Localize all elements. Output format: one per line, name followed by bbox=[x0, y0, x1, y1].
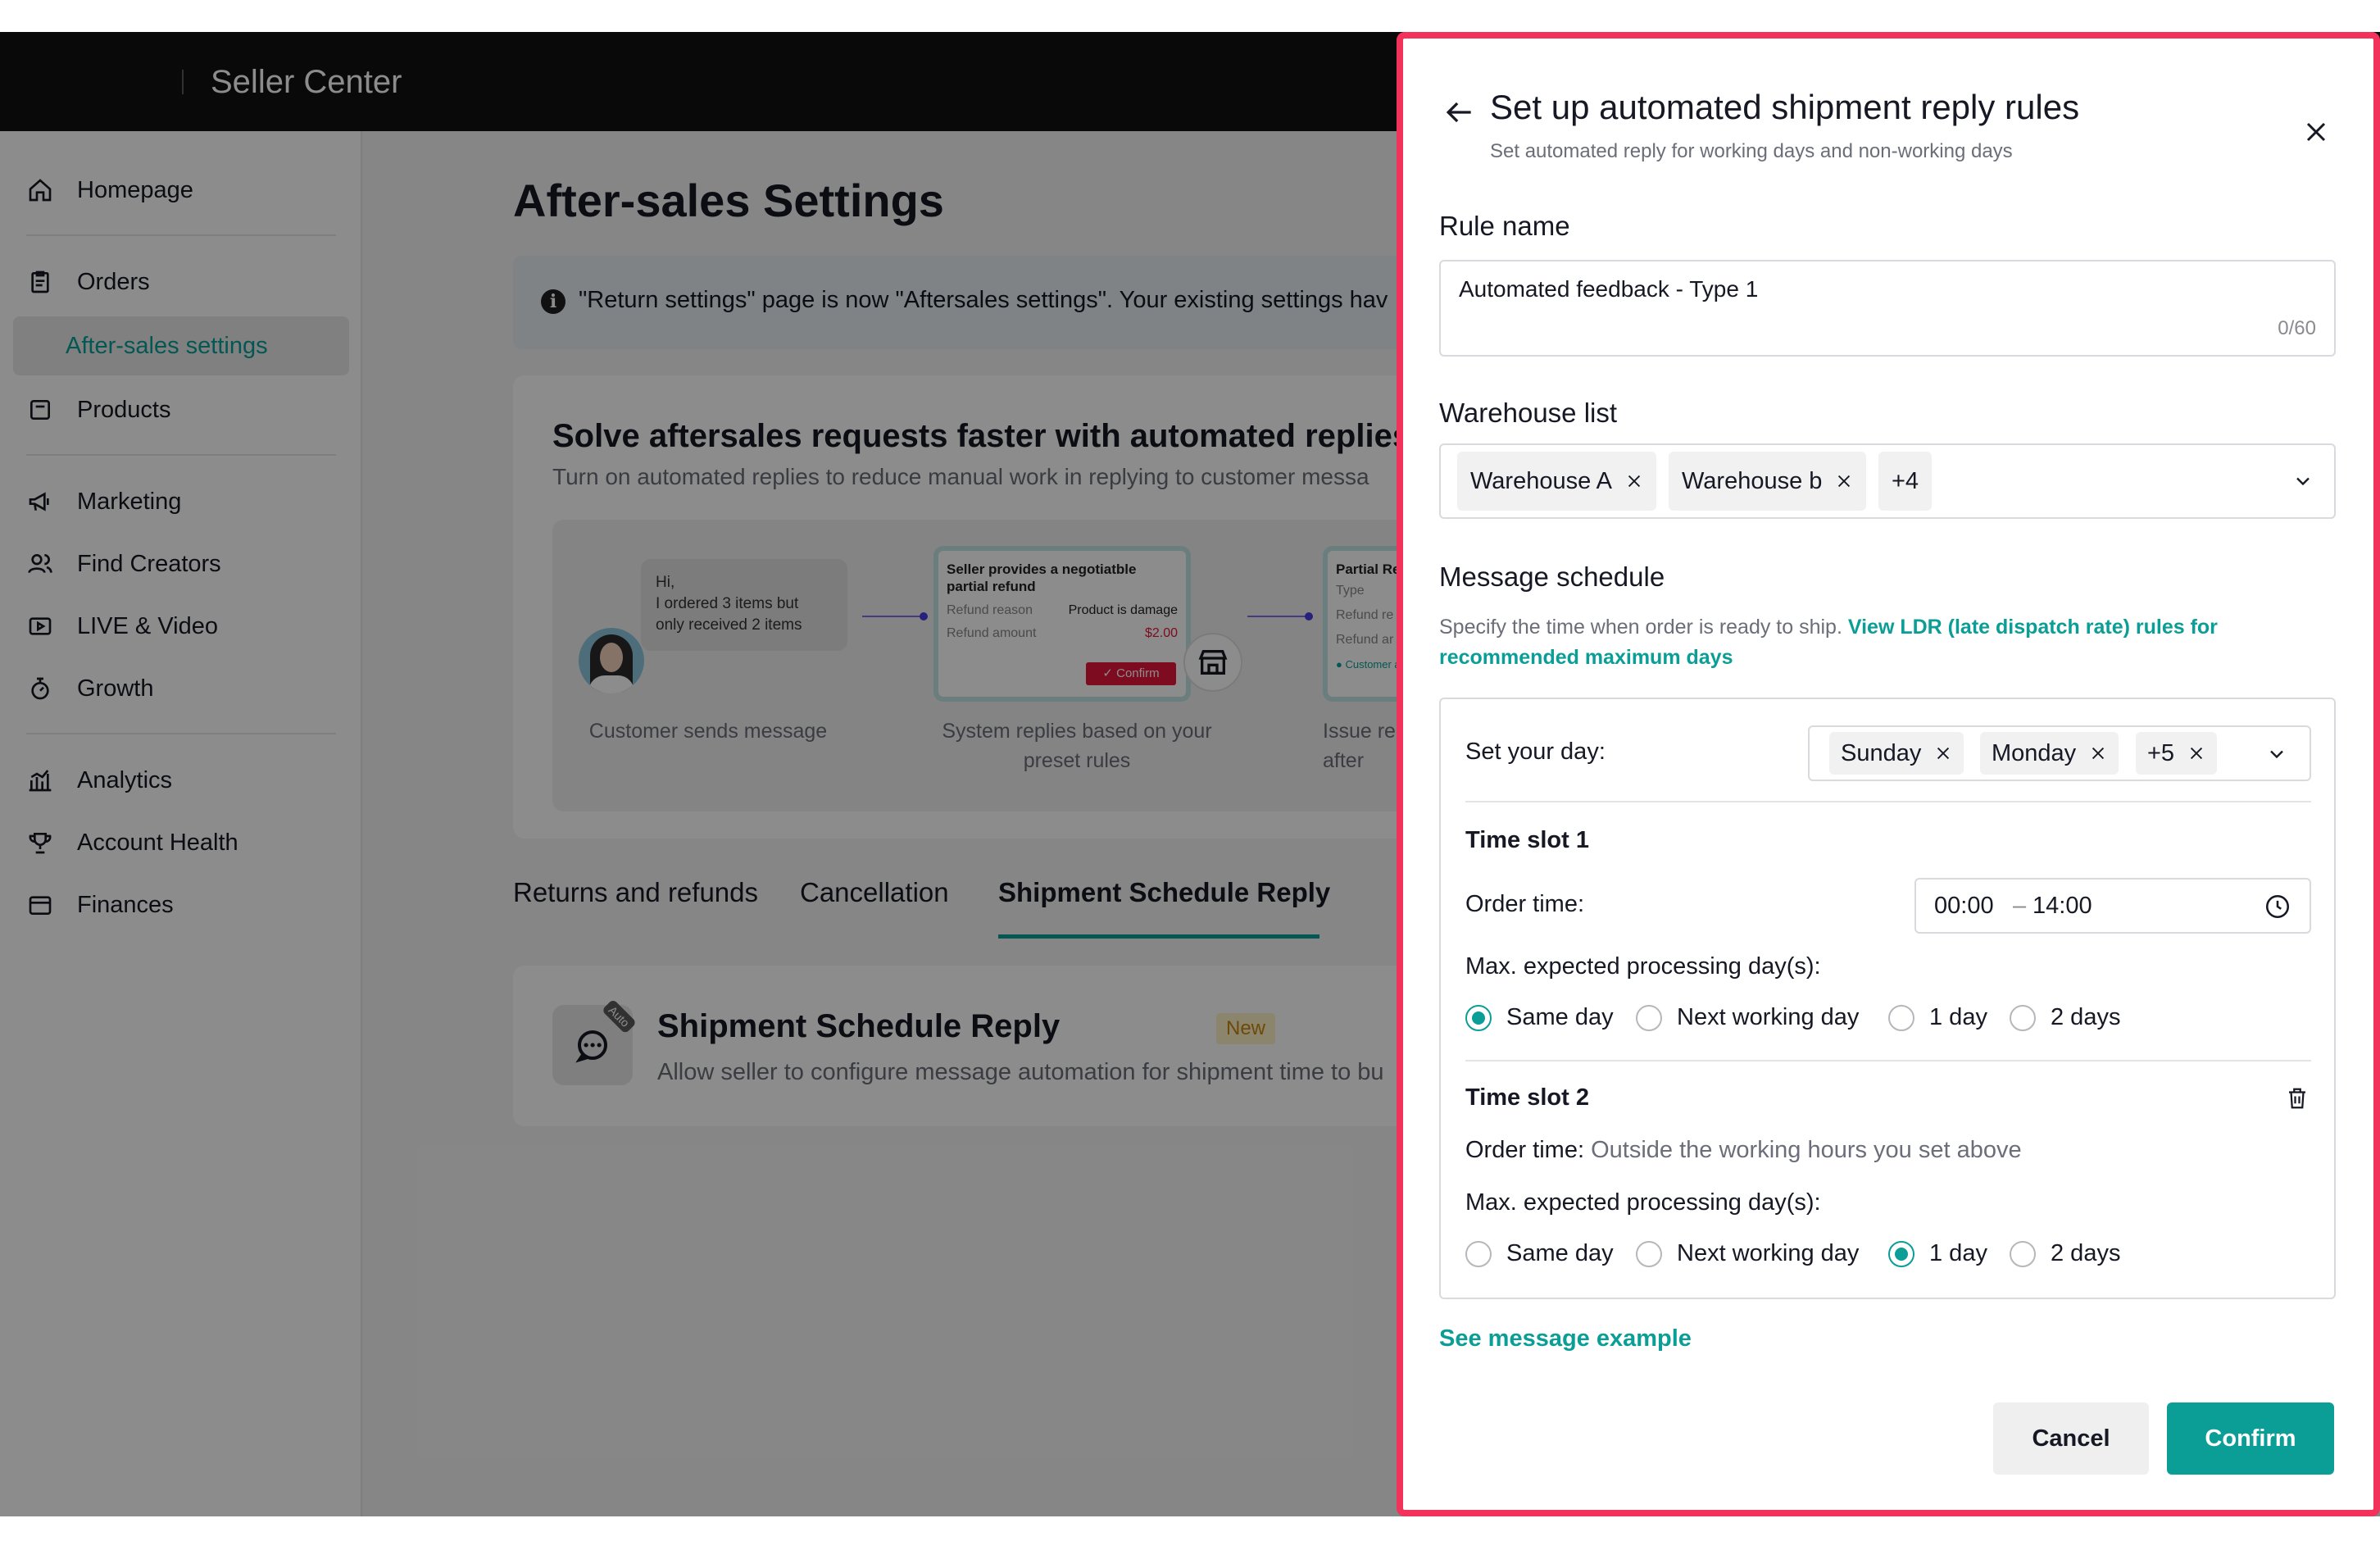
remove-chip-icon[interactable] bbox=[1835, 472, 1853, 490]
slot2-option-next-working-day[interactable]: Next working day bbox=[1636, 1240, 1859, 1267]
remove-chip-icon[interactable] bbox=[2089, 744, 2107, 762]
radio-label: 1 day bbox=[1929, 1004, 1987, 1030]
order-time-label: Order time: bbox=[1465, 1137, 1585, 1163]
warehouse-select[interactable]: Warehouse A Warehouse b +4 bbox=[1439, 443, 2336, 519]
radio-label: Next working day bbox=[1677, 1240, 1860, 1266]
close-icon[interactable] bbox=[2300, 116, 2332, 148]
confirm-button[interactable]: Confirm bbox=[2167, 1402, 2334, 1475]
message-schedule-label: Message schedule bbox=[1439, 561, 1665, 592]
see-message-example-link[interactable]: See message example bbox=[1439, 1325, 1692, 1352]
slot1-option-same-day[interactable]: Same day bbox=[1465, 1004, 1614, 1031]
chip-label: Monday bbox=[1992, 739, 2077, 766]
remove-chip-icon[interactable] bbox=[2187, 744, 2205, 762]
slot1-option-1-day[interactable]: 1 day bbox=[1888, 1004, 1987, 1031]
message-schedule-description: Specify the time when order is ready to … bbox=[1439, 612, 2324, 673]
chip-label: +4 bbox=[1892, 467, 1919, 494]
slot2-option-1-day[interactable]: 1 day bbox=[1888, 1240, 1987, 1267]
order-time-label: Order time: bbox=[1465, 891, 1585, 917]
radio-circle bbox=[1888, 1240, 1914, 1267]
warehouse-chip: Warehouse b bbox=[1669, 452, 1867, 511]
set-day-label: Set your day: bbox=[1465, 739, 1606, 765]
radio-label: 1 day bbox=[1929, 1240, 1987, 1266]
cancel-button[interactable]: Cancel bbox=[1993, 1402, 2149, 1475]
slot2-option-same-day[interactable]: Same day bbox=[1465, 1240, 1614, 1267]
radio-circle bbox=[2010, 1240, 2036, 1267]
radio-circle bbox=[1636, 1240, 1662, 1267]
chip-label: +5 bbox=[2147, 739, 2175, 766]
max-processing-label: Max. expected processing day(s): bbox=[1465, 1189, 1821, 1216]
slot2-order-time: Order time: Outside the working hours yo… bbox=[1465, 1137, 2022, 1164]
radio-circle bbox=[1465, 1240, 1492, 1267]
rule-name-char-count: 0/60 bbox=[2278, 317, 2316, 339]
screen: Seller Center Homepage Orders After-sale… bbox=[0, 0, 2380, 1541]
back-arrow-icon[interactable] bbox=[1441, 94, 1477, 130]
rule-name-label: Rule name bbox=[1439, 211, 1570, 241]
start-time: 00:00 bbox=[1934, 893, 1994, 919]
shipment-reply-rule-drawer: Set up automated shipment reply rules Se… bbox=[1397, 32, 2380, 1516]
schedule-box: Set your day: Sunday Monday +5 Time slot… bbox=[1439, 698, 2336, 1299]
end-time: 14:00 bbox=[2033, 893, 2092, 919]
time-slot-2-title: Time slot 2 bbox=[1465, 1084, 1589, 1111]
slot2-option-2-days[interactable]: 2 days bbox=[2010, 1240, 2120, 1267]
rule-name-value: Automated feedback - Type 1 bbox=[1459, 276, 1759, 302]
slot1-option-2-days[interactable]: 2 days bbox=[2010, 1004, 2120, 1031]
radio-circle bbox=[1888, 1004, 1914, 1031]
max-processing-label: Max. expected processing day(s): bbox=[1465, 953, 1821, 980]
day-more-chip: +5 bbox=[2136, 732, 2218, 775]
warehouse-chip: Warehouse A bbox=[1457, 452, 1657, 511]
trash-icon[interactable] bbox=[2285, 1084, 2310, 1112]
time-slot-1-title: Time slot 1 bbox=[1465, 827, 1589, 853]
clock-icon[interactable] bbox=[2264, 893, 2291, 921]
warehouse-more-chip: +4 bbox=[1878, 452, 1933, 511]
schedule-desc-text: Specify the time when order is ready to … bbox=[1439, 616, 1842, 639]
time-range-dash: – bbox=[2013, 893, 2027, 919]
schedule-divider bbox=[1465, 1060, 2311, 1061]
radio-label: 2 days bbox=[2051, 1240, 2121, 1266]
radio-circle bbox=[1636, 1004, 1662, 1031]
day-chip: Monday bbox=[1980, 732, 2119, 775]
schedule-divider bbox=[1465, 801, 2311, 802]
order-time-range-input[interactable]: 00:00 – 14:00 bbox=[1914, 878, 2311, 934]
chip-label: Warehouse A bbox=[1470, 467, 1613, 494]
slot1-option-next-working-day[interactable]: Next working day bbox=[1636, 1004, 1859, 1031]
rule-name-input[interactable]: Automated feedback - Type 1 0/60 bbox=[1439, 260, 2336, 357]
day-chip: Sunday bbox=[1829, 732, 1964, 775]
radio-label: Next working day bbox=[1677, 1004, 1860, 1030]
remove-chip-icon[interactable] bbox=[1934, 744, 1952, 762]
chevron-down-icon[interactable] bbox=[2291, 470, 2314, 493]
chevron-down-icon[interactable] bbox=[2265, 743, 2288, 766]
radio-label: 2 days bbox=[2051, 1004, 2121, 1030]
radio-label: Same day bbox=[1506, 1004, 1614, 1030]
remove-chip-icon[interactable] bbox=[1625, 472, 1643, 490]
radio-circle bbox=[1465, 1004, 1492, 1031]
drawer-title: Set up automated shipment reply rules bbox=[1490, 88, 2080, 126]
chip-label: Sunday bbox=[1841, 739, 1922, 766]
drawer-subtitle: Set automated reply for working days and… bbox=[1490, 140, 2013, 162]
warehouse-list-label: Warehouse list bbox=[1439, 398, 1618, 428]
order-time-value: Outside the working hours you set above bbox=[1591, 1137, 2022, 1163]
radio-circle bbox=[2010, 1004, 2036, 1031]
day-select[interactable]: Sunday Monday +5 bbox=[1808, 725, 2311, 781]
radio-label: Same day bbox=[1506, 1240, 1614, 1266]
chip-label: Warehouse b bbox=[1682, 467, 1823, 494]
